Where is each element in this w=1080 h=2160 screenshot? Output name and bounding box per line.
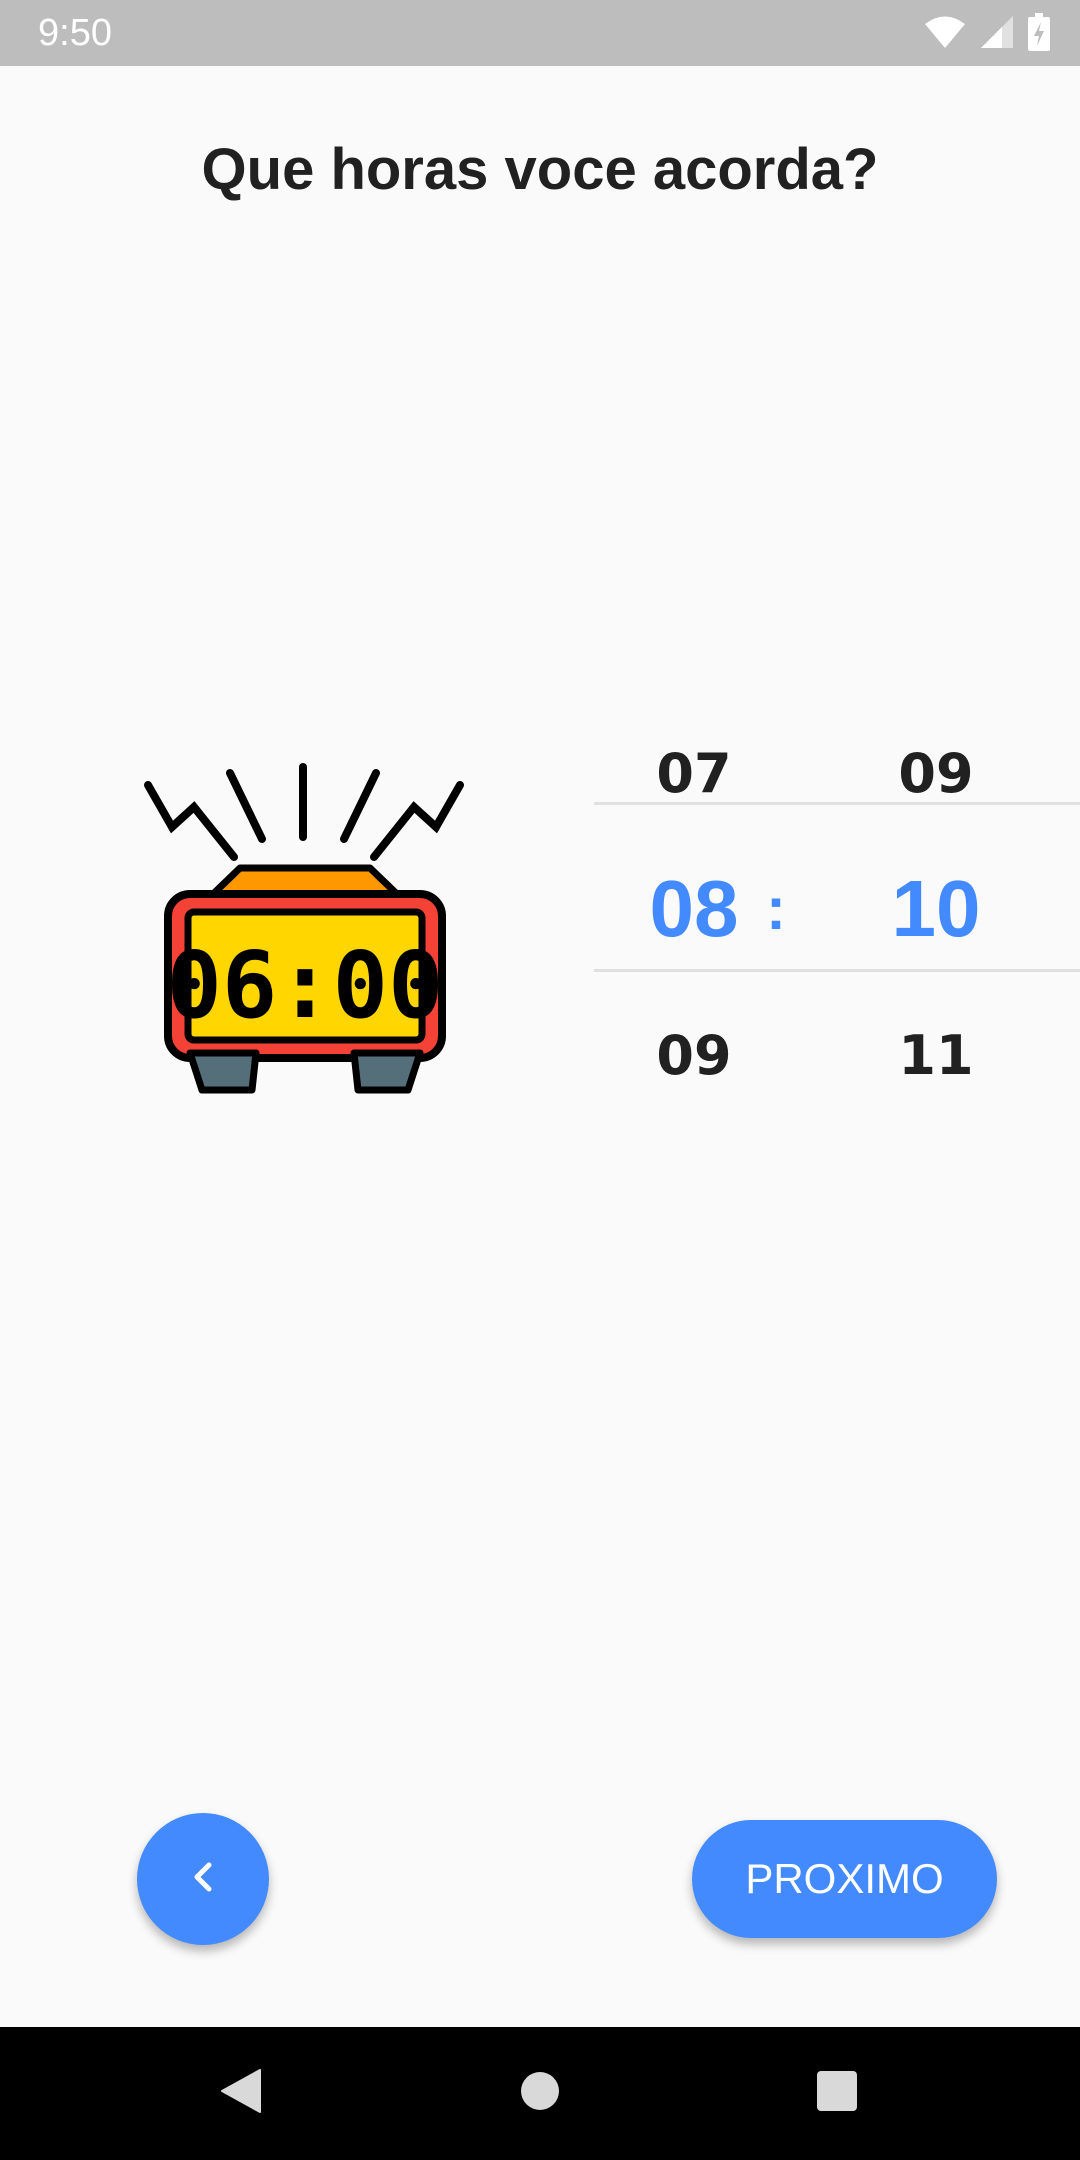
next-button[interactable]: PROXIMO bbox=[692, 1820, 997, 1938]
time-separator: : bbox=[766, 875, 786, 942]
hour-above[interactable]: 07 bbox=[594, 744, 794, 804]
time-picker[interactable]: 07 08 09 : 09 10 11 bbox=[594, 730, 1080, 1130]
home-circle-icon bbox=[519, 2070, 561, 2117]
minute-below[interactable]: 11 bbox=[836, 1026, 1036, 1086]
page-title: Que horas voce acorda? bbox=[201, 137, 879, 202]
back-button[interactable] bbox=[137, 1813, 269, 1945]
nav-recents-button[interactable] bbox=[777, 2027, 897, 2160]
alarm-clock-icon: 06:00 bbox=[130, 755, 480, 1105]
status-icons bbox=[924, 12, 1050, 56]
recents-square-icon bbox=[816, 2070, 858, 2117]
status-bar: 9:50 bbox=[0, 0, 1080, 66]
minute-column[interactable]: 09 10 11 bbox=[836, 730, 1036, 1130]
hour-below[interactable]: 09 bbox=[594, 1026, 794, 1086]
chevron-left-icon bbox=[183, 1857, 223, 1902]
wifi-icon bbox=[924, 15, 966, 54]
system-nav-bar bbox=[0, 2027, 1080, 2160]
minute-selected[interactable]: 10 bbox=[836, 864, 1036, 954]
status-time: 9:50 bbox=[38, 12, 112, 54]
clock-display-time: 06:00 bbox=[167, 932, 444, 1039]
nav-home-button[interactable] bbox=[480, 2027, 600, 2160]
back-triangle-icon bbox=[218, 2066, 262, 2121]
minute-above[interactable]: 09 bbox=[836, 744, 1036, 804]
cell-signal-icon bbox=[980, 15, 1014, 54]
battery-charging-icon bbox=[1028, 12, 1050, 56]
nav-back-button[interactable] bbox=[180, 2027, 300, 2160]
